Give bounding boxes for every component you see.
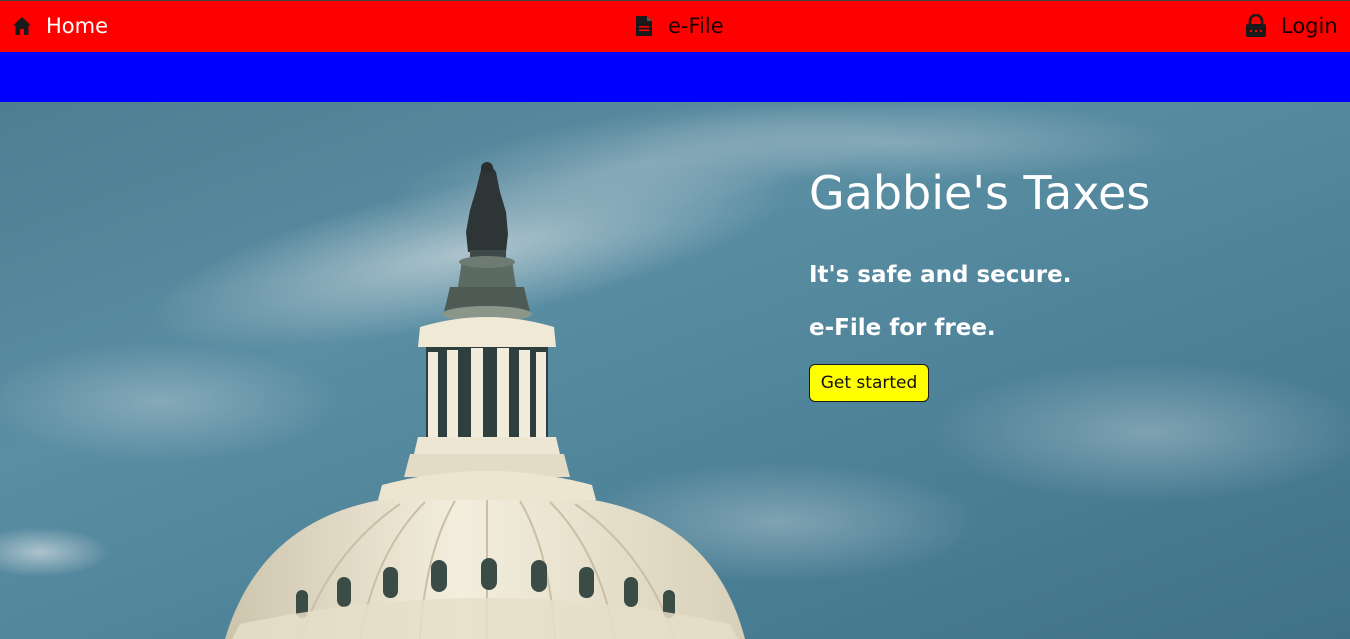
nav-efile-link[interactable]: e-File bbox=[635, 12, 724, 40]
nav-login-link[interactable]: Login bbox=[1245, 12, 1338, 40]
blue-banner bbox=[0, 52, 1350, 102]
top-nav-bar: Home e-File Login bbox=[0, 0, 1350, 52]
nav-efile-label: e-File bbox=[668, 14, 724, 38]
nav-login-label: Login bbox=[1281, 14, 1338, 38]
document-icon bbox=[635, 15, 653, 37]
lock-icon bbox=[1245, 14, 1267, 38]
home-icon bbox=[12, 16, 32, 36]
nav-home-link[interactable]: Home bbox=[12, 12, 108, 40]
hero-section: Gabbie's Taxes It's safe and secure. e-F… bbox=[0, 102, 1350, 639]
hero-title: Gabbie's Taxes bbox=[809, 166, 1151, 220]
nav-home-label: Home bbox=[46, 14, 109, 38]
hero-tagline-safe: It's safe and secure. bbox=[809, 262, 1072, 288]
hero-tagline-free: e-File for free. bbox=[809, 315, 996, 341]
get-started-button[interactable]: Get started bbox=[809, 364, 929, 402]
